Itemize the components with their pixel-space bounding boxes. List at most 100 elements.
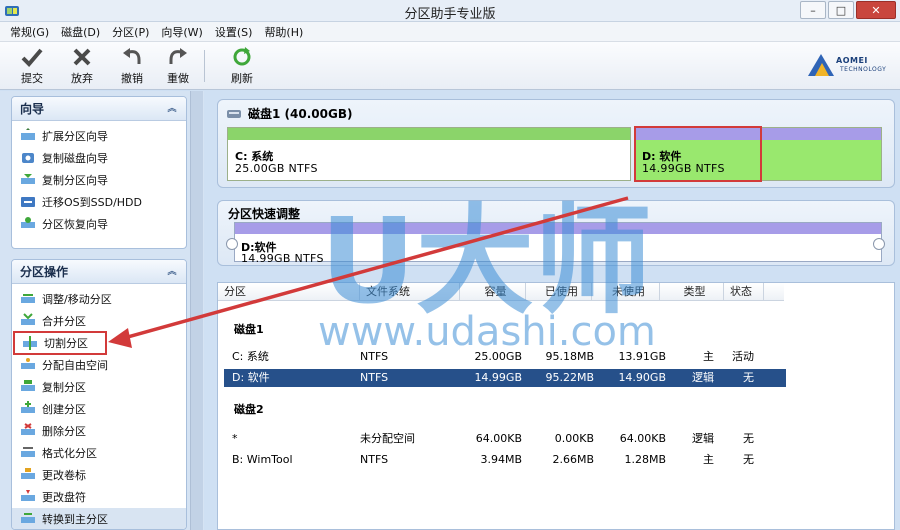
group-disk1: 磁盘1 <box>234 323 264 336</box>
sidebar-item-change-label[interactable]: 更改卷标 <box>12 464 186 486</box>
sidebar-item-convert-primary[interactable]: 转换到主分区 <box>12 508 186 529</box>
menu-general[interactable]: 常规(G) <box>10 24 49 40</box>
table-header: 分区 文件系统 容量 已使用 未使用 类型 状态 <box>218 283 784 301</box>
quick-resize-title: 分区快速调整 <box>228 207 301 221</box>
sidebar-item-label: 分配自由空间 <box>42 359 108 372</box>
column-filesystem[interactable]: 文件系统 <box>360 283 460 301</box>
redo-button[interactable]: 重做 <box>158 46 198 86</box>
commit-button[interactable]: 提交 <box>12 46 52 86</box>
cell-capacity: 3.94MB <box>480 453 522 466</box>
cell-unused: 64.00KB <box>619 432 666 445</box>
operations-panel: 分区操作 ︽ 调整/移动分区 合并分区 切割分区 分配自由空间 复制分区 创建分… <box>11 259 187 530</box>
close-button[interactable]: ✕ <box>856 1 896 19</box>
refresh-label: 刷新 <box>231 72 253 85</box>
cell-type: 逻辑 <box>692 432 714 445</box>
sidebar-item-allocate-free-space[interactable]: 分配自由空间 <box>12 354 186 376</box>
sidebar-item-split-partition[interactable]: 切割分区 <box>13 331 107 355</box>
sidebar-item-recovery-wizard[interactable]: 分区恢复向导 <box>12 213 186 235</box>
collapse-icon[interactable]: ︽ <box>166 103 178 115</box>
cell-used: 95.18MB <box>545 350 594 363</box>
sidebar-item-label: 切割分区 <box>44 337 88 350</box>
sidebar-item-merge-partition[interactable]: 合并分区 <box>12 310 186 332</box>
delete-icon <box>21 423 35 435</box>
sidebar-item-label: 更改卷标 <box>42 469 86 482</box>
disk1-map: 磁盘1 (40.00GB) C: 系统 25.00GB NTFS D: 软件 1… <box>217 99 895 188</box>
sidebar: 向导 ︽ 扩展分区向导 复制磁盘向导 复制分区向导 迁移OS到SSD/HDD 分… <box>0 91 204 530</box>
cell-status: 无 <box>743 371 754 384</box>
cell-filesystem: 未分配空间 <box>360 432 415 445</box>
menu-help[interactable]: 帮助(H) <box>264 24 303 40</box>
partition-c-usage-bar <box>228 128 630 140</box>
undo-button[interactable]: 撤销 <box>112 46 152 86</box>
quick-resize-track[interactable]: D:软件 14.99GB NTFS <box>234 222 882 265</box>
partition-table: 分区 文件系统 容量 已使用 未使用 类型 状态 磁盘1 C: 系统 NTFS … <box>217 282 895 530</box>
cell-capacity: 64.00KB <box>475 432 522 445</box>
migrate-icon <box>21 197 35 207</box>
cell-filesystem: NTFS <box>360 350 389 363</box>
menu-wizard[interactable]: 向导(W) <box>161 24 202 40</box>
wizard-panel-title: 向导 <box>20 102 45 116</box>
merge-icon <box>21 313 35 325</box>
sidebar-item-copy-partition[interactable]: 复制分区 <box>12 376 186 398</box>
wizard-panel-header[interactable]: 向导 ︽ <box>12 97 186 121</box>
column-type[interactable]: 类型 <box>660 283 724 301</box>
table-row-selected[interactable]: D: 软件 NTFS 14.99GB 95.22MB 14.90GB 逻辑 无 <box>224 369 786 387</box>
table-row[interactable]: * 未分配空间 64.00KB 0.00KB 64.00KB 逻辑 无 <box>224 430 786 448</box>
disk-icon <box>227 109 241 118</box>
sidebar-item-change-drive-letter[interactable]: 更改盘符 <box>12 486 186 508</box>
sidebar-item-extend-wizard[interactable]: 扩展分区向导 <box>12 125 186 147</box>
table-row[interactable]: B: WimTool NTFS 3.94MB 2.66MB 1.28MB 主 无 <box>224 451 786 469</box>
refresh-button[interactable]: 刷新 <box>222 46 262 86</box>
disk1-title: 磁盘1 (40.00GB) <box>248 107 353 121</box>
sidebar-item-label: 复制磁盘向导 <box>42 152 108 165</box>
quick-resize-panel: 分区快速调整 D:软件 14.99GB NTFS <box>217 200 895 266</box>
allocate-icon <box>21 358 35 369</box>
operations-panel-header[interactable]: 分区操作 ︽ <box>12 260 186 284</box>
cell-partition: * <box>232 432 238 445</box>
column-used[interactable]: 已使用 <box>526 283 592 301</box>
redo-label: 重做 <box>167 72 189 85</box>
maximize-button[interactable]: □ <box>828 1 854 19</box>
menu-partition[interactable]: 分区(P) <box>112 24 149 40</box>
label-icon <box>21 468 35 479</box>
cell-type: 主 <box>703 453 714 466</box>
partition-c-block[interactable]: C: 系统 25.00GB NTFS <box>227 127 631 181</box>
sidebar-item-create-partition[interactable]: 创建分区 <box>12 398 186 420</box>
logo-name: AOMEI <box>836 56 868 65</box>
discard-button[interactable]: 放弃 <box>62 46 102 86</box>
resize-handle-left[interactable] <box>226 238 238 250</box>
collapse-icon[interactable]: ︽ <box>166 266 178 278</box>
sidebar-item-label: 创建分区 <box>42 403 86 416</box>
cell-capacity: 25.00GB <box>474 350 522 363</box>
menu-settings[interactable]: 设置(S) <box>215 24 253 40</box>
table-row[interactable]: C: 系统 NTFS 25.00GB 95.18MB 13.91GB 主 活动 <box>224 348 786 366</box>
disk1-header: 磁盘1 (40.00GB) <box>226 105 352 122</box>
redo-icon <box>169 48 187 64</box>
partition-c-size: 25.00GB NTFS <box>235 162 318 175</box>
sidebar-item-copy-disk[interactable]: 复制磁盘向导 <box>12 147 186 169</box>
sidebar-scrollbar[interactable] <box>190 91 203 530</box>
sidebar-item-label: 删除分区 <box>42 425 86 438</box>
sidebar-item-copy-partition-wizard[interactable]: 复制分区向导 <box>12 169 186 191</box>
sidebar-item-resize-partition[interactable]: 调整/移动分区 <box>12 288 186 310</box>
resize-icon <box>21 294 35 303</box>
cross-icon <box>73 48 91 66</box>
minimize-button[interactable]: – <box>800 1 826 19</box>
recovery-icon <box>21 217 35 228</box>
column-unused[interactable]: 未使用 <box>592 283 660 301</box>
sidebar-item-format-partition[interactable]: 格式化分区 <box>12 442 186 464</box>
sidebar-item-migrate-os[interactable]: 迁移OS到SSD/HDD <box>12 191 186 213</box>
cell-status: 无 <box>743 432 754 445</box>
sidebar-item-label: 合并分区 <box>42 315 86 328</box>
copy-partition-icon <box>21 174 35 184</box>
resize-handle-right[interactable] <box>873 238 885 250</box>
format-icon <box>21 447 35 457</box>
column-partition[interactable]: 分区 <box>218 283 360 301</box>
cell-partition: D: 软件 <box>232 371 270 384</box>
aomei-logo-icon <box>808 54 834 76</box>
sidebar-item-delete-partition[interactable]: 删除分区 <box>12 420 186 442</box>
menu-disk[interactable]: 磁盘(D) <box>61 24 100 40</box>
main-content: 磁盘1 (40.00GB) C: 系统 25.00GB NTFS D: 软件 1… <box>211 94 897 530</box>
column-status[interactable]: 状态 <box>724 283 764 301</box>
column-capacity[interactable]: 容量 <box>460 283 526 301</box>
